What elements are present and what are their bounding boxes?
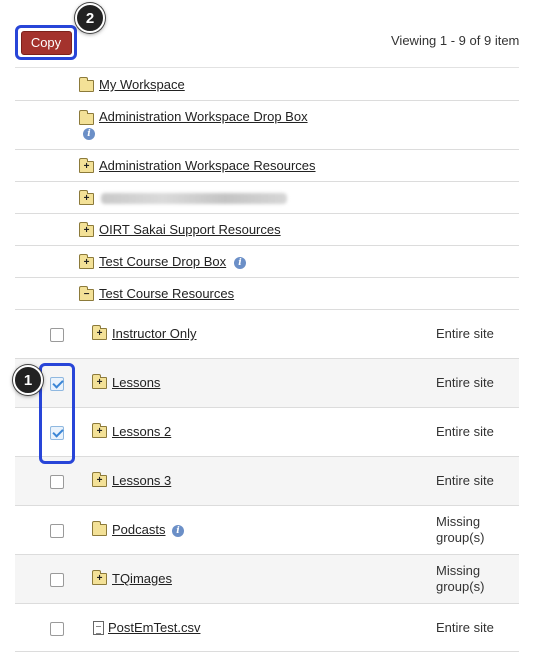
select-checkbox[interactable]	[50, 475, 64, 489]
select-checkbox[interactable]	[50, 622, 64, 636]
checkbox-highlight	[39, 363, 75, 464]
select-checkbox[interactable]	[50, 573, 64, 587]
list-item: +	[15, 182, 519, 214]
list-item: + Test Course Drop Box i	[15, 246, 519, 278]
callout-2: 2	[75, 3, 105, 33]
test-resources-link[interactable]: Test Course Resources	[99, 286, 234, 301]
oirt-resources-link[interactable]: OIRT Sakai Support Resources	[99, 222, 281, 237]
item-link[interactable]: Lessons 3	[112, 473, 171, 488]
table-row: + Instructor Only Entire site	[15, 310, 519, 359]
info-icon[interactable]: i	[234, 257, 246, 269]
access-value: Entire site	[436, 473, 494, 488]
test-dropbox-link[interactable]: Test Course Drop Box	[99, 254, 226, 269]
folder-open-icon: −	[79, 286, 94, 301]
list-item: Administration Workspace Drop Box i	[15, 101, 519, 150]
copy-button[interactable]: Copy	[20, 30, 72, 55]
item-link[interactable]: Podcasts	[112, 522, 165, 537]
folder-plus-icon: +	[92, 423, 107, 438]
info-icon[interactable]: i	[172, 525, 184, 537]
list-item: + OIRT Sakai Support Resources	[15, 214, 519, 246]
folder-plus-icon: +	[92, 325, 107, 340]
folder-plus-icon: +	[79, 190, 94, 205]
admin-resources-link[interactable]: Administration Workspace Resources	[99, 158, 316, 173]
folder-icon	[79, 77, 94, 92]
select-checkbox[interactable]	[50, 524, 64, 538]
access-line: group(s)	[436, 530, 485, 545]
access-value: Entire site	[436, 375, 494, 390]
item-link[interactable]: Lessons	[112, 375, 160, 390]
item-link[interactable]: Lessons 2	[112, 424, 171, 439]
copy-button-highlight: Copy	[15, 25, 77, 60]
table-row: + Lessons 3 Entire site	[15, 457, 519, 506]
access-value: Entire site	[436, 424, 494, 439]
access-value: Missing group(s)	[436, 563, 484, 595]
folder-icon	[92, 521, 107, 536]
workspace-link[interactable]: My Workspace	[99, 77, 185, 92]
access-value: Missing group(s)	[436, 514, 484, 546]
redacted-site-name	[101, 193, 287, 204]
access-value: Entire site	[436, 620, 494, 635]
list-item: − Test Course Resources	[15, 278, 519, 310]
access-line: group(s)	[436, 579, 485, 594]
access-line: Missing	[436, 514, 481, 529]
folder-plus-icon: +	[92, 570, 107, 585]
select-checkbox[interactable]	[50, 328, 64, 342]
item-link[interactable]: PostEmTest.csv	[108, 620, 200, 635]
item-link[interactable]: Instructor Only	[112, 326, 197, 341]
list-item: + Administration Workspace Resources	[15, 150, 519, 182]
admin-dropbox-link[interactable]: Administration Workspace Drop Box	[99, 109, 308, 124]
table-row: + TQimages Missing group(s)	[15, 555, 519, 604]
table-row: PostEmTest.csv Entire site	[15, 604, 519, 652]
folder-plus-icon: +	[92, 374, 107, 389]
table-row: + Lessons Entire site	[15, 359, 519, 408]
folder-plus-icon: +	[79, 254, 94, 269]
callout-1: 1	[13, 365, 43, 395]
file-icon	[93, 621, 104, 635]
item-link[interactable]: TQimages	[112, 571, 172, 586]
folder-plus-icon: +	[79, 222, 94, 237]
folder-icon	[79, 110, 94, 125]
access-line: Missing	[436, 563, 481, 578]
pagination-status: Viewing 1 - 9 of 9 item	[391, 33, 520, 48]
folder-plus-icon: +	[92, 472, 107, 487]
folder-plus-icon: +	[79, 158, 94, 173]
access-value: Entire site	[436, 326, 494, 341]
table-row: Podcasts i Missing group(s)	[15, 506, 519, 555]
table-row: + Lessons 2 Entire site	[15, 408, 519, 457]
info-icon[interactable]: i	[83, 128, 95, 140]
list-item: My Workspace	[15, 68, 519, 101]
